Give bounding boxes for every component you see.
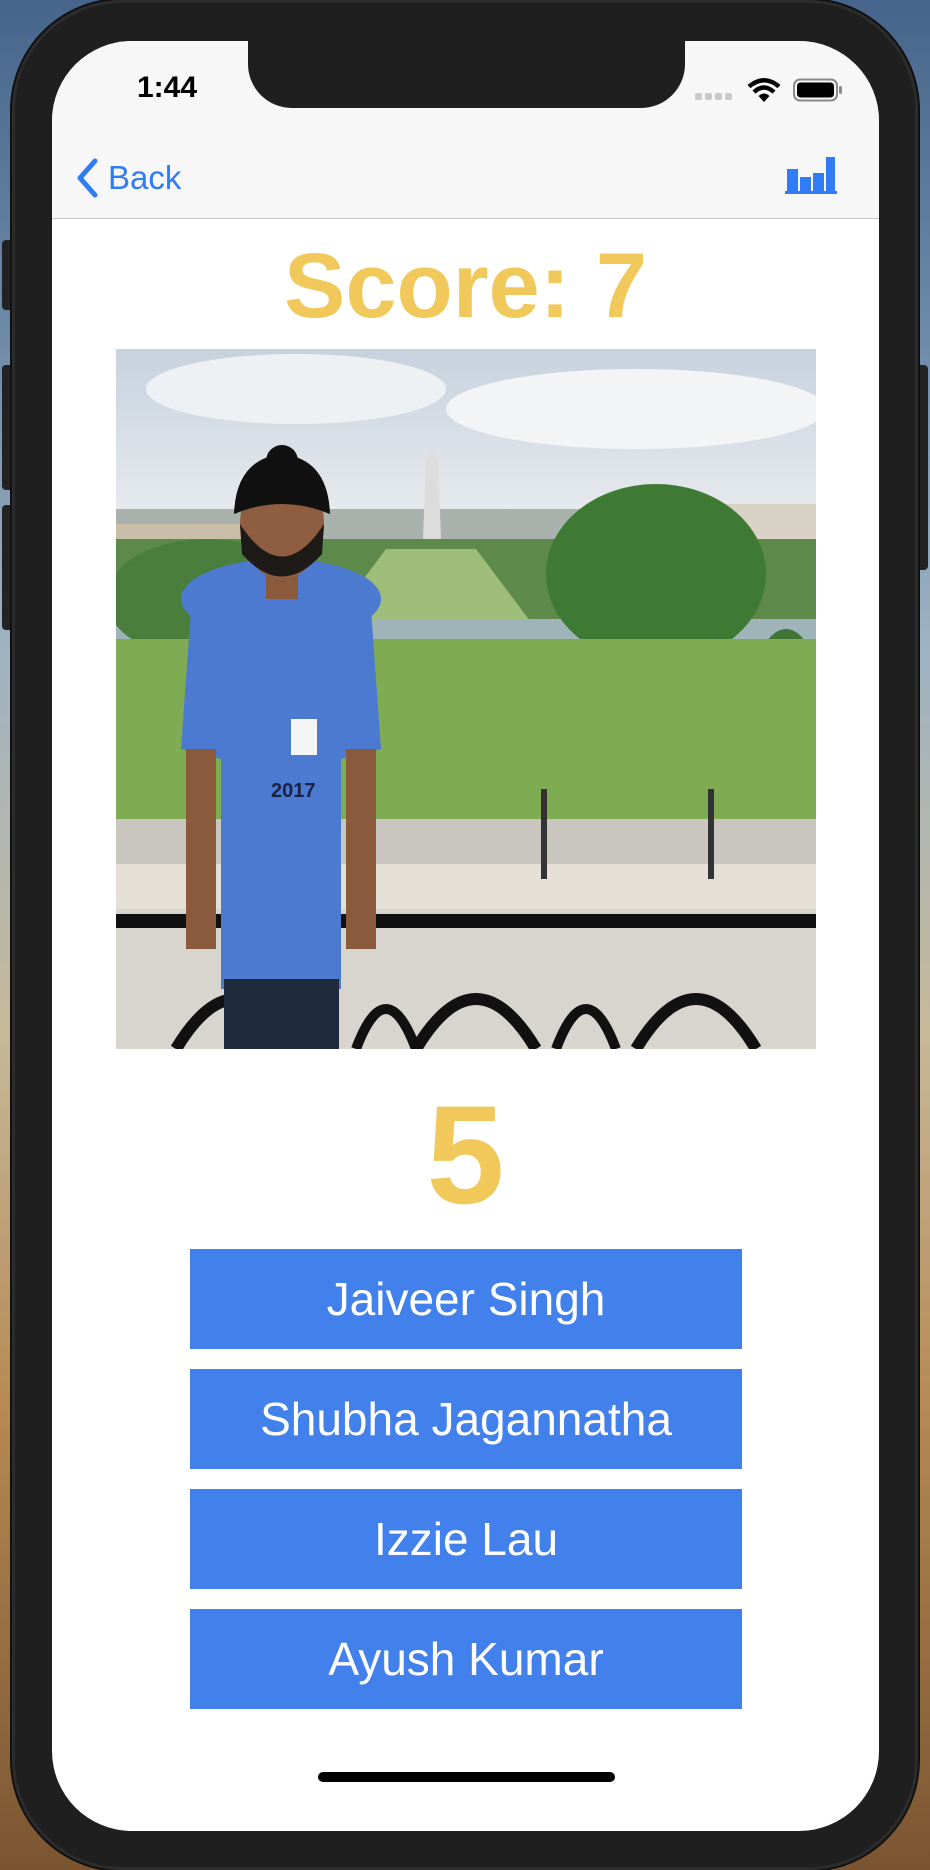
answer-label: Ayush Kumar bbox=[328, 1633, 604, 1685]
back-button[interactable]: Back bbox=[76, 153, 181, 203]
battery-icon bbox=[793, 78, 842, 102]
svg-text:2017: 2017 bbox=[271, 780, 316, 802]
score-label: Score: 7 bbox=[283, 235, 648, 337]
status-time: 1:44 bbox=[136, 71, 198, 104]
answer-button-2[interactable]: Shubha Jagannatha bbox=[190, 1369, 742, 1469]
member-photo: 2017 bbox=[116, 349, 816, 1049]
person-photo-icon: 2017 bbox=[116, 349, 816, 1049]
countdown-timer: 5 bbox=[426, 1076, 505, 1233]
chevron-left-icon bbox=[77, 158, 98, 198]
answer-button-1[interactable]: Jaiveer Singh bbox=[190, 1249, 742, 1349]
answer-label: Izzie Lau bbox=[373, 1513, 559, 1565]
phone-frame: 1:44 Back Score: 7 2017 5 Jaiveer Singh … bbox=[12, 0, 918, 1870]
app-screen: 1:44 Back Score: 7 2017 5 Jaiveer Singh … bbox=[52, 41, 879, 1831]
answer-label: Jaiveer Singh bbox=[326, 1273, 606, 1325]
back-label: Back bbox=[108, 159, 182, 196]
bar-chart-icon bbox=[785, 157, 837, 194]
home-indicator[interactable] bbox=[318, 1772, 615, 1782]
answer-button-3[interactable]: Izzie Lau bbox=[190, 1489, 742, 1589]
status-icons bbox=[695, 77, 843, 103]
notch bbox=[248, 41, 685, 108]
cellular-signal-icon bbox=[695, 93, 732, 100]
wifi-icon bbox=[747, 78, 781, 102]
leaderboard-button[interactable] bbox=[785, 153, 837, 195]
answer-label: Shubha Jagannatha bbox=[260, 1393, 672, 1445]
answer-button-4[interactable]: Ayush Kumar bbox=[190, 1609, 742, 1709]
